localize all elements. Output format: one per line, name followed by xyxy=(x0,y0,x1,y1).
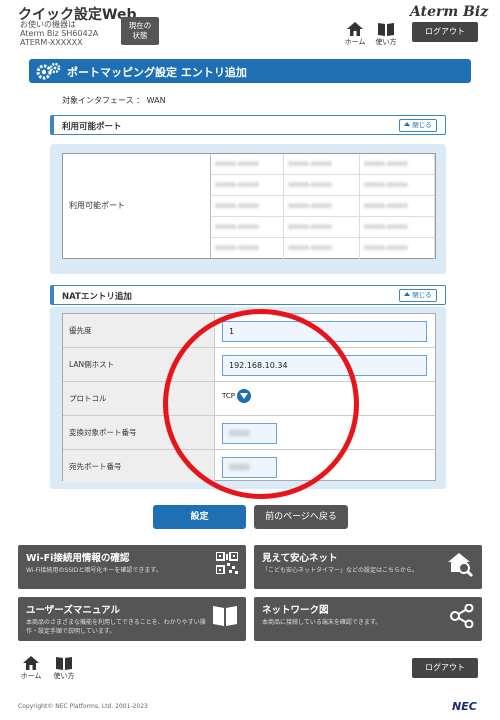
mieru-anshin-title: 見えて安心ネット xyxy=(262,553,338,564)
port-cell: 00000-00000 xyxy=(360,175,435,196)
nat-form: 優先度 1 LAN側ホスト 192.168.10.34 プロトコル TCP 変換… xyxy=(62,313,436,484)
external-port-label: 変換対象ポート番号 xyxy=(69,428,137,437)
book-icon xyxy=(378,23,394,36)
ports-close-button[interactable]: 閉じる xyxy=(399,119,437,132)
port-cell: 00000-00000 xyxy=(284,154,360,175)
footer-help-button[interactable]: 使い方 xyxy=(52,656,76,681)
wifi-info-title: Wi-Fi接続用情報の確認 xyxy=(26,553,130,564)
page-title: ポートマッピング設定 エントリ追加 xyxy=(67,66,247,79)
nat-section-title: NATエントリ追加 xyxy=(62,292,132,302)
port-cell: 00000-00000 xyxy=(284,175,360,196)
footer-logout-button[interactable]: ログアウト xyxy=(412,658,478,678)
external-port-row: 変換対象ポート番号 0000 xyxy=(63,416,435,450)
port-cell: 00000-00000 xyxy=(284,238,360,259)
ports-section-title: 利用可能ポート xyxy=(62,122,122,132)
help-button[interactable]: 使い方 xyxy=(374,22,398,47)
close-label: 閉じる xyxy=(412,121,432,129)
destination-port-label: 宛先ポート番号 xyxy=(69,462,122,471)
ports-table: 利用可能ポート 00000-00000 00000-00000 00000-00… xyxy=(62,153,436,259)
brand-logo: Aterm Biz xyxy=(410,4,489,20)
manual-desc: 本商品のさまざまな機能を利用してできることを、わかりやすい操作・設定手順で説明し… xyxy=(26,619,206,635)
chevron-down-icon xyxy=(236,389,251,403)
network-map-tile[interactable]: ネットワーク図 本商品に接続している端末を確認できます。 xyxy=(254,597,482,641)
ports-row-label: 利用可能ポート xyxy=(63,154,211,258)
network-map-title: ネットワーク図 xyxy=(262,605,329,616)
mieru-anshin-desc: 「こども安心ネットタイマー」などの設定はこちらから。 xyxy=(262,567,419,574)
port-cell: 00000-00000 xyxy=(284,217,360,238)
port-cell: 00000-00000 xyxy=(360,154,435,175)
lan-host-row: LAN側ホスト 192.168.10.34 xyxy=(63,348,435,382)
device-model: Aterm Biz SH6042A xyxy=(20,29,99,38)
protocol-row: プロトコル TCP xyxy=(63,382,435,416)
book-icon xyxy=(56,657,72,670)
network-map-desc: 本商品に接続している端末を確認できます。 xyxy=(262,619,382,626)
nat-section-header[interactable]: NATエントリ追加 閉じる xyxy=(50,285,446,305)
set-button[interactable]: 設定 xyxy=(153,505,246,529)
priority-label: 優先度 xyxy=(69,326,92,335)
port-cell: 00000-00000 xyxy=(360,217,435,238)
mieru-anshin-tile[interactable]: 見えて安心ネット 「こども安心ネットタイマー」などの設定はこちらから。 xyxy=(254,545,482,589)
home-icon xyxy=(23,656,39,670)
chevron-up-icon xyxy=(404,292,411,296)
target-interface: 対象インタフェース ： WAN xyxy=(62,96,166,105)
page-title-bar: ポートマッピング設定 エントリ追加 xyxy=(29,59,471,83)
header: クイック設定Web お使いの機器は Aterm Biz SH6042A ATER… xyxy=(0,0,500,52)
manual-tile[interactable]: ユーザーズマニュアル 本商品のさまざまな機能を利用してできることを、わかりやすい… xyxy=(18,597,246,641)
home-label: ホーム xyxy=(344,38,366,46)
device-info-line: お使いの機器は xyxy=(20,20,76,29)
lan-host-label: LAN側ホスト xyxy=(69,360,115,369)
external-port-input[interactable]: 0000 xyxy=(222,423,277,444)
device-id: ATERM-XXXXXX xyxy=(20,38,83,47)
nat-close-button[interactable]: 閉じる xyxy=(399,289,437,302)
ports-row-label-text: 利用可能ポート xyxy=(69,201,125,210)
qr-code-icon xyxy=(216,552,238,574)
port-cell: 00000-00000 xyxy=(211,238,284,259)
ports-section-header[interactable]: 利用可能ポート 閉じる xyxy=(50,115,446,135)
protocol-select[interactable]: TCP xyxy=(222,389,251,403)
port-cell: 00000-00000 xyxy=(211,175,284,196)
port-cell: 00000-00000 xyxy=(360,238,435,259)
priority-row: 優先度 1 xyxy=(63,314,435,348)
port-cell: 00000-00000 xyxy=(360,196,435,217)
manual-title: ユーザーズマニュアル xyxy=(26,605,121,616)
footer-help-label: 使い方 xyxy=(53,672,75,680)
destination-port-value: 0000 xyxy=(229,463,250,472)
current-status-button[interactable]: 現在の 状態 xyxy=(121,17,159,45)
footer-home-button[interactable]: ホーム xyxy=(19,656,43,681)
back-button[interactable]: 前のページへ戻る xyxy=(254,505,348,529)
priority-input[interactable]: 1 xyxy=(222,321,427,342)
wifi-info-desc: Wi-Fi接続用のSSIDと暗号化キーを確認できます。 xyxy=(26,567,162,574)
external-port-value: 0000 xyxy=(229,429,250,438)
home-icon xyxy=(347,22,363,36)
wifi-info-tile[interactable]: Wi-Fi接続用情報の確認 Wi-Fi接続用のSSIDと暗号化キーを確認できます… xyxy=(18,545,246,589)
destination-port-row: 宛先ポート番号 0000 xyxy=(63,450,435,484)
chevron-up-icon xyxy=(404,122,411,126)
port-cell: 00000-00000 xyxy=(211,217,284,238)
port-cell: 00000-00000 xyxy=(284,196,360,217)
port-cell: 00000-00000 xyxy=(211,154,284,175)
copyright: Copyright© NEC Platforms, Ltd. 2001-2023 xyxy=(18,703,148,710)
destination-port-input[interactable]: 0000 xyxy=(222,457,277,478)
port-cell: 00000-00000 xyxy=(211,196,284,217)
nec-logo: NEC xyxy=(452,700,477,713)
home-button[interactable]: ホーム xyxy=(343,22,367,47)
protocol-label: プロトコル xyxy=(69,394,107,403)
logout-button[interactable]: ログアウト xyxy=(412,22,478,42)
help-label: 使い方 xyxy=(375,38,397,46)
close-label: 閉じる xyxy=(412,291,432,299)
network-share-icon xyxy=(450,604,474,628)
book-icon xyxy=(213,606,237,626)
gear-icon xyxy=(36,62,61,80)
house-search-icon xyxy=(448,553,474,578)
protocol-value: TCP xyxy=(222,392,235,400)
footer-home-label: ホーム xyxy=(20,672,42,680)
lan-host-input[interactable]: 192.168.10.34 xyxy=(222,355,427,376)
